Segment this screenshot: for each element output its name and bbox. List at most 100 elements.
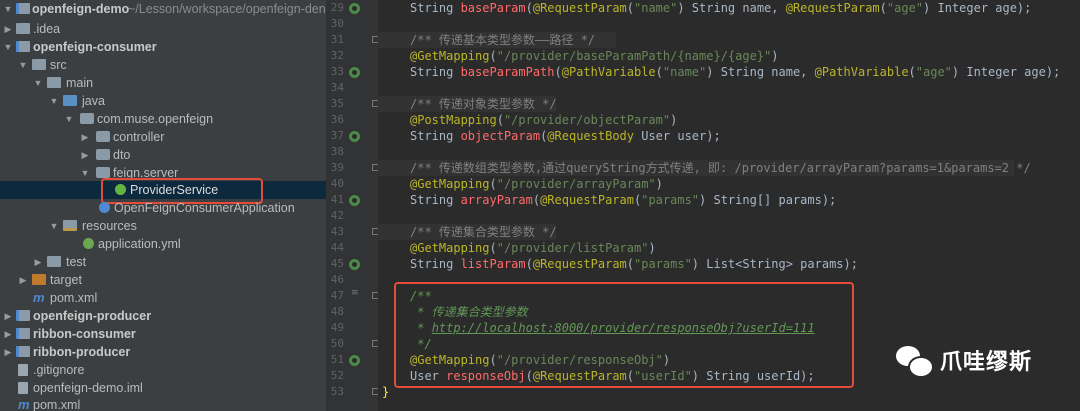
tree-item-package[interactable]: ▼ com.muse.openfeign [0, 110, 326, 128]
tree-item-label: main [66, 76, 94, 90]
tree-item-label: openfeign-demo.iml [33, 381, 143, 395]
line-number: 40 [330, 177, 344, 190]
tree-item-label: resources [82, 219, 137, 233]
chevron-down-icon[interactable]: ▼ [49, 92, 59, 110]
line-number: 39 [330, 161, 344, 174]
tree-item-main[interactable]: ▼ main [0, 74, 326, 92]
implementation-marker-icon[interactable] [349, 259, 360, 270]
tree-item-root[interactable]: ▼ openfeign-demo ~/Lesson/workspace/open… [0, 0, 326, 18]
code-line-comment: /** 传递基本类型参数——路径 */ [378, 32, 616, 48]
code-line-comment: /** 传递集合类型参数 */ [378, 224, 557, 240]
tree-item-java[interactable]: ▼ java [0, 92, 326, 110]
line-number: 45 [330, 257, 344, 270]
chevron-down-icon[interactable]: ▼ [49, 217, 59, 235]
module-folder-icon [16, 328, 30, 339]
line-number: 32 [330, 49, 344, 62]
line-number: 42 [330, 209, 344, 222]
module-folder-icon [16, 346, 30, 357]
tree-item-iml[interactable]: openfeign-demo.iml [0, 379, 326, 397]
implementation-marker-icon[interactable] [349, 67, 360, 78]
tree-item-label: openfeign-demo [32, 2, 130, 16]
resources-folder-icon [63, 220, 77, 231]
tree-item-pom-root[interactable]: m pom.xml [0, 396, 326, 411]
line-number: 44 [330, 241, 344, 254]
chevron-right-icon[interactable]: ▶ [3, 20, 13, 38]
chevron-down-icon[interactable]: ▼ [3, 38, 13, 56]
tree-item-label: dto [113, 148, 131, 162]
tree-item-label: target [50, 273, 82, 287]
excluded-folder-icon [32, 274, 46, 285]
line-number: 43 [330, 225, 344, 238]
tree-item-gitignore[interactable]: .gitignore [0, 361, 326, 379]
implementation-marker-icon[interactable] [349, 131, 360, 142]
tree-item-label: ribbon-producer [33, 345, 131, 359]
tree-item-label: .gitignore [33, 363, 85, 377]
line-number: 53 [330, 385, 344, 398]
folder-icon [47, 77, 61, 88]
tree-item-test[interactable]: ▶ test [0, 253, 326, 271]
line-number: 30 [330, 17, 344, 30]
line-number: 46 [330, 273, 344, 286]
tree-item-label: OpenFeignConsumerApplication [114, 201, 295, 215]
chevron-right-icon[interactable]: ▶ [80, 128, 90, 146]
chevron-down-icon[interactable]: ▼ [33, 74, 43, 92]
chevron-right-icon[interactable]: ▶ [3, 325, 13, 343]
implementation-marker-icon[interactable] [349, 3, 360, 14]
code-line-comment: /** 传递对象类型参数 */ [378, 96, 557, 112]
tree-item-ribbon-consumer[interactable]: ▶ ribbon-consumer [0, 325, 326, 343]
tree-item-label: openfeign-producer [33, 309, 152, 323]
tree-item-resources[interactable]: ▼ resources [0, 217, 326, 235]
tree-item-target[interactable]: ▶ target [0, 271, 326, 289]
chevron-down-icon[interactable]: ▼ [18, 56, 28, 74]
line-number: 47 [330, 289, 344, 302]
chevron-right-icon[interactable]: ▶ [3, 307, 13, 325]
tree-item-application-yml[interactable]: application.yml [0, 235, 326, 253]
file-icon [18, 364, 28, 376]
implementation-marker-icon[interactable] [349, 195, 360, 206]
tree-item-path: ~/Lesson/workspace/openfeign-den [128, 2, 326, 16]
tree-item-idea[interactable]: ▶ .idea [0, 20, 326, 38]
line-number: 31 [330, 33, 344, 46]
module-folder-icon [16, 310, 30, 321]
wechat-icon [896, 344, 934, 378]
code-line-comment: /** 传递数组类型参数,通过queryString方式传递, 即: /prov… [378, 160, 1031, 176]
tree-item-controller[interactable]: ▶ controller [0, 128, 326, 146]
tree-item-src[interactable]: ▼ src [0, 56, 326, 74]
tree-item-label: test [66, 255, 87, 269]
chevron-down-icon[interactable]: ▼ [64, 110, 74, 128]
editor-gutter: 29 30 31 32 33 34 35 36 37 38 39 40 41 4… [330, 0, 379, 411]
doc-comment-icon: ≡ [351, 288, 359, 298]
tree-item-application-class[interactable]: OpenFeignConsumerApplication [0, 199, 326, 217]
line-number: 48 [330, 305, 344, 318]
line-number: 49 [330, 321, 344, 334]
line-number: 38 [330, 145, 344, 158]
line-number: 35 [330, 97, 344, 110]
module-folder-icon [16, 41, 30, 52]
module-folder-icon [16, 3, 30, 14]
tree-item-label: java [82, 94, 105, 108]
file-icon [18, 382, 28, 394]
folder-icon [47, 256, 61, 267]
tree-item-openfeign-producer[interactable]: ▶ openfeign-producer [0, 307, 326, 325]
source-folder-icon [63, 95, 77, 106]
tree-item-openfeign-consumer[interactable]: ▼ openfeign-consumer [0, 38, 326, 56]
chevron-right-icon[interactable]: ▶ [33, 253, 43, 271]
tree-item-label: openfeign-consumer [33, 40, 157, 54]
chevron-right-icon[interactable]: ▶ [3, 343, 13, 361]
line-number: 41 [330, 193, 344, 206]
tree-item-dto[interactable]: ▶ dto [0, 146, 326, 164]
chevron-down-icon[interactable]: ▼ [3, 0, 13, 18]
chevron-right-icon[interactable]: ▶ [80, 146, 90, 164]
line-number: 51 [330, 353, 344, 366]
project-tree: ▼ openfeign-demo ~/Lesson/workspace/open… [0, 0, 326, 411]
line-number: 36 [330, 113, 344, 126]
watermark-name: 爪哇缪斯 [940, 350, 1033, 375]
tree-item-ribbon-producer[interactable]: ▶ ribbon-producer [0, 343, 326, 361]
implementation-marker-icon[interactable] [349, 355, 360, 366]
chevron-down-icon[interactable]: ▼ [80, 164, 90, 182]
line-number: 52 [330, 369, 344, 382]
chevron-right-icon[interactable]: ▶ [18, 271, 28, 289]
tree-item-label: com.muse.openfeign [97, 112, 214, 126]
line-number: 33 [330, 65, 344, 78]
tree-item-pom-consumer[interactable]: m pom.xml [0, 289, 326, 307]
